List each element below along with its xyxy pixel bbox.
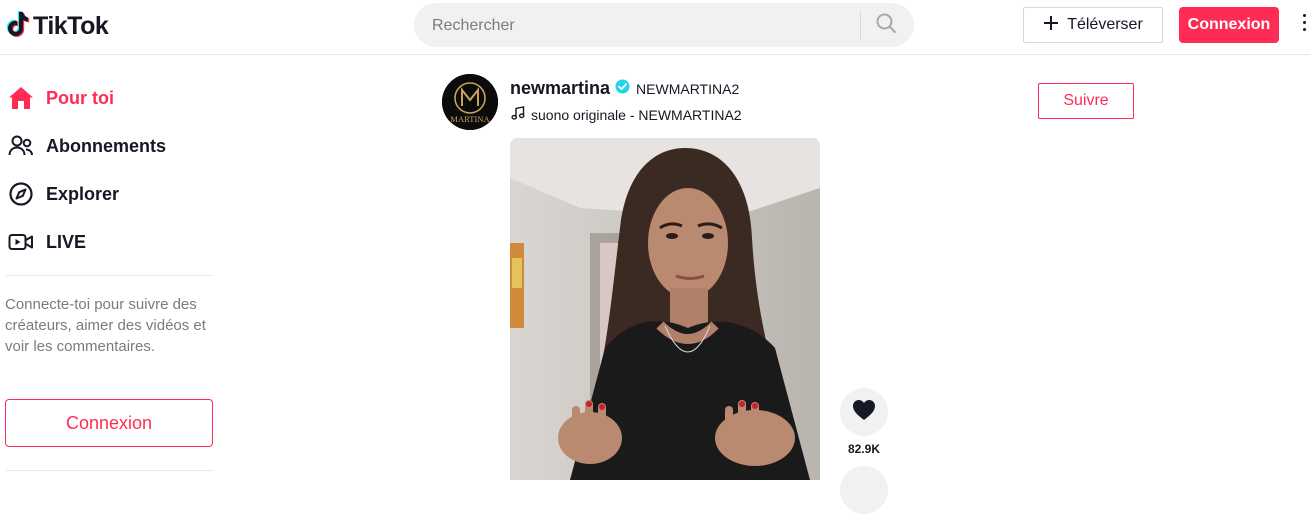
video-player[interactable] <box>510 138 820 480</box>
plus-icon <box>1043 15 1059 36</box>
search-input[interactable] <box>430 3 864 49</box>
header-login-button[interactable]: Connexion <box>1179 7 1279 43</box>
sidebar-item-live[interactable]: LIVE <box>8 224 86 260</box>
top-bar: TikTok Téléverser Connexion <box>0 0 1310 55</box>
heart-icon <box>852 399 876 426</box>
author-nickname: NEWMARTINA2 <box>636 80 740 97</box>
sidebar-item-label: Pour toi <box>46 87 114 108</box>
logo-text: TikTok <box>33 12 109 40</box>
comment-button[interactable] <box>840 466 888 514</box>
more-options-icon[interactable] <box>1300 14 1310 36</box>
music-title: suono originale - NEWMARTINA2 <box>531 106 742 123</box>
home-icon <box>8 85 34 111</box>
following-icon <box>8 133 34 159</box>
upload-label: Téléverser <box>1067 16 1143 33</box>
author-info[interactable]: newmartina NEWMARTINA2 <box>510 78 739 99</box>
verified-badge-icon <box>615 79 630 99</box>
sidebar-item-for-you[interactable]: Pour toi <box>8 80 114 116</box>
sidebar-item-label: Explorer <box>46 183 120 204</box>
compass-icon <box>8 181 34 207</box>
search-bar <box>414 3 914 49</box>
sidebar-item-explore[interactable]: Explorer <box>8 176 119 212</box>
music-link[interactable]: suono originale - NEWMARTINA2 <box>511 106 742 123</box>
live-icon <box>8 229 34 255</box>
login-prompt-text: Connecte-toi pour suivre des créateurs, … <box>5 296 206 355</box>
like-count: 82.9K <box>847 442 881 456</box>
author-avatar[interactable]: MARTINA <box>442 74 498 130</box>
follow-button[interactable]: Suivre <box>1038 83 1134 119</box>
sidebar-divider <box>6 470 213 471</box>
tiktok-logo[interactable]: TikTok <box>6 10 109 43</box>
tiktok-note-icon <box>6 10 30 43</box>
search-divider <box>860 12 861 40</box>
music-note-icon <box>511 106 525 123</box>
avatar-logo-text: MARTINA <box>450 114 490 124</box>
sidebar-item-following[interactable]: Abonnements <box>8 128 166 164</box>
sidebar-item-label: LIVE <box>46 231 87 252</box>
search-icon <box>875 12 897 39</box>
sidebar-login-button[interactable]: Connexion <box>5 399 213 447</box>
search-button[interactable] <box>870 11 902 39</box>
sidebar-item-label: Abonnements <box>46 135 167 156</box>
like-button[interactable] <box>840 388 888 436</box>
author-name: newmartina <box>510 78 611 98</box>
sidebar-divider <box>6 275 213 276</box>
sidebar: Pour toi Abonnements Explorer LIVE Conne… <box>0 56 215 480</box>
upload-button[interactable]: Téléverser <box>1023 7 1163 43</box>
